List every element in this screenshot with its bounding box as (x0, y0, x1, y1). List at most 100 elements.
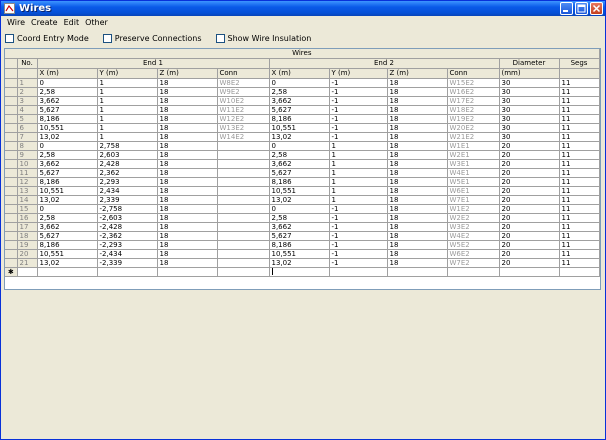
subheader-z1[interactable]: Z (m) (157, 68, 218, 79)
cell-segs[interactable]: 11 (559, 258, 600, 268)
cell-diameter[interactable]: 20 (499, 195, 560, 205)
cell-z1[interactable]: 18 (157, 240, 218, 250)
cell-segs[interactable]: 11 (559, 249, 600, 259)
cell-z1[interactable]: 18 (157, 114, 218, 124)
row-selector[interactable] (5, 186, 18, 196)
show-wire-insulation-checkbox[interactable] (215, 34, 225, 43)
cell-diameter[interactable]: 20 (499, 168, 560, 178)
cell-z2[interactable]: 18 (387, 195, 448, 205)
cell-segs[interactable]: 11 (559, 222, 600, 232)
cell-x2[interactable]: 5,627 (269, 168, 330, 178)
cell-y1[interactable]: 2,293 (97, 177, 158, 187)
cell-x1[interactable]: 0 (37, 204, 98, 214)
row-selector[interactable] (5, 204, 18, 214)
table-row[interactable]: 8 0 2,758 18 0 1 18 W1E1 20 11 (5, 141, 600, 151)
menu-wire[interactable]: Wire (4, 17, 28, 29)
cell-conn1[interactable] (217, 150, 270, 160)
cell-conn1[interactable] (217, 168, 270, 178)
cell-segs[interactable]: 11 (559, 141, 600, 151)
cell-z1[interactable]: 18 (157, 132, 218, 142)
subheader-conn2[interactable]: Conn (447, 68, 500, 79)
cell-x1[interactable]: 10,551 (37, 123, 98, 133)
cell-x2[interactable]: 0 (269, 141, 330, 151)
cell-z1[interactable]: 18 (157, 177, 218, 187)
cell-diameter[interactable]: 20 (499, 249, 560, 259)
new-row-cell-active[interactable] (269, 267, 330, 277)
cell-diameter[interactable]: 20 (499, 231, 560, 241)
cell-y1[interactable]: -2,428 (97, 222, 158, 232)
cell-segs[interactable]: 11 (559, 159, 600, 169)
cell-y1[interactable]: 1 (97, 78, 158, 88)
cell-x2[interactable]: 10,551 (269, 186, 330, 196)
cell-z2[interactable]: 18 (387, 141, 448, 151)
cell-x1[interactable]: 5,627 (37, 105, 98, 115)
cell-conn1[interactable]: W10E2 (217, 96, 270, 106)
cell-y2[interactable]: 1 (329, 159, 388, 169)
cell-segs[interactable]: 11 (559, 105, 600, 115)
cell-x2[interactable]: 2,58 (269, 87, 330, 97)
cell-x1[interactable]: 0 (37, 78, 98, 88)
cell-conn2[interactable]: W7E2 (447, 258, 500, 268)
row-selector[interactable] (5, 150, 18, 160)
row-selector[interactable] (5, 159, 18, 169)
cell-conn1[interactable]: W12E2 (217, 114, 270, 124)
cell-segs[interactable]: 11 (559, 132, 600, 142)
cell-conn2[interactable]: W17E2 (447, 96, 500, 106)
cell-diameter[interactable]: 20 (499, 258, 560, 268)
cell-y2[interactable]: -1 (329, 132, 388, 142)
cell-z1[interactable]: 18 (157, 195, 218, 205)
new-row-cell[interactable] (17, 267, 38, 277)
cell-diameter[interactable]: 20 (499, 159, 560, 169)
cell-z2[interactable]: 18 (387, 87, 448, 97)
new-row-cell[interactable] (217, 267, 270, 277)
header-end2[interactable]: End 2 (269, 58, 500, 69)
cell-y1[interactable]: 2,434 (97, 186, 158, 196)
cell-diameter[interactable]: 20 (499, 222, 560, 232)
cell-y2[interactable]: -1 (329, 105, 388, 115)
cell-y1[interactable]: -2,603 (97, 213, 158, 223)
cell-z1[interactable]: 18 (157, 222, 218, 232)
cell-conn1[interactable]: W8E2 (217, 78, 270, 88)
cell-z2[interactable]: 18 (387, 231, 448, 241)
cell-z1[interactable]: 18 (157, 159, 218, 169)
row-selector[interactable] (5, 87, 18, 97)
cell-y1[interactable]: 1 (97, 114, 158, 124)
cell-x1[interactable]: 13,02 (37, 258, 98, 268)
cell-conn1[interactable]: W9E2 (217, 87, 270, 97)
cell-x2[interactable]: 3,662 (269, 159, 330, 169)
cell-conn2[interactable]: W16E2 (447, 87, 500, 97)
cell-segs[interactable]: 11 (559, 195, 600, 205)
cell-conn2[interactable]: W1E2 (447, 204, 500, 214)
cell-y1[interactable]: 1 (97, 96, 158, 106)
cell-y2[interactable]: -1 (329, 240, 388, 250)
cell-z1[interactable]: 18 (157, 231, 218, 241)
coord-entry-mode-option[interactable]: Coord Entry Mode (5, 34, 89, 43)
cell-x1[interactable]: 10,551 (37, 186, 98, 196)
cell-y1[interactable]: 2,339 (97, 195, 158, 205)
cell-conn2[interactable]: W18E2 (447, 105, 500, 115)
new-row-cell[interactable] (157, 267, 218, 277)
subheader-segs[interactable] (559, 68, 600, 79)
row-selector[interactable] (5, 240, 18, 250)
cell-conn2[interactable]: W4E2 (447, 231, 500, 241)
title-bar[interactable]: Wires (1, 1, 605, 16)
cell-x2[interactable]: 3,662 (269, 222, 330, 232)
cell-x1[interactable]: 3,662 (37, 222, 98, 232)
cell-y2[interactable]: -1 (329, 222, 388, 232)
row-selector[interactable] (5, 105, 18, 115)
cell-conn1[interactable] (217, 231, 270, 241)
subheader-y2[interactable]: Y (m) (329, 68, 388, 79)
cell-conn2[interactable]: W2E2 (447, 213, 500, 223)
cell-y2[interactable]: -1 (329, 114, 388, 124)
cell-conn1[interactable] (217, 159, 270, 169)
cell-y1[interactable]: 1 (97, 132, 158, 142)
cell-conn2[interactable]: W1E1 (447, 141, 500, 151)
cell-conn1[interactable] (217, 177, 270, 187)
cell-conn2[interactable]: W3E2 (447, 222, 500, 232)
new-row-cell[interactable] (499, 267, 560, 277)
cell-y2[interactable]: -1 (329, 123, 388, 133)
cell-z2[interactable]: 18 (387, 177, 448, 187)
header-no[interactable]: No. (17, 58, 38, 69)
cell-x1[interactable]: 5,627 (37, 168, 98, 178)
cell-conn2[interactable]: W4E1 (447, 168, 500, 178)
